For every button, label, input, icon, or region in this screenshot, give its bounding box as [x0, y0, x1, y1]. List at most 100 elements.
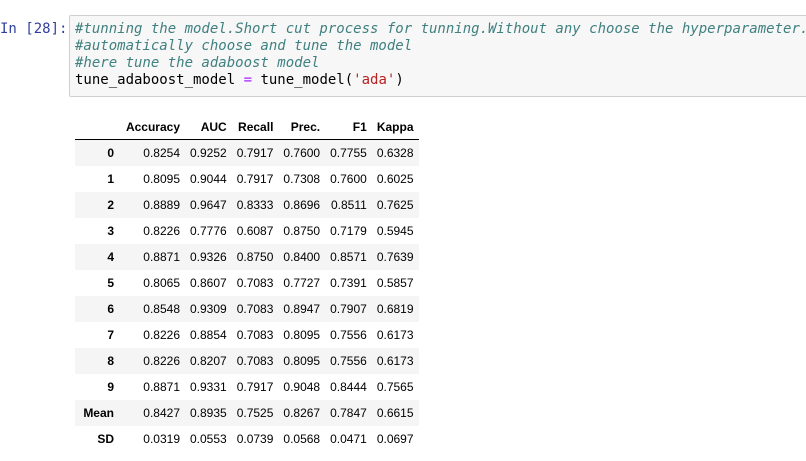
table-cell: 0.9252	[190, 146, 227, 160]
table-cell: 0.7917	[236, 380, 274, 394]
table-row: 4 0.8871 0.9326 0.8750 0.8400 0.8571 0.7639	[75, 244, 419, 270]
table-cell: 0.7525	[236, 406, 274, 420]
table-cell: 0.9048	[283, 380, 321, 394]
table-cell: 0.8444	[330, 380, 367, 394]
table-cell: 0.6328	[376, 146, 414, 160]
table-cell: 0.7639	[376, 250, 414, 264]
code-editor[interactable]: #tunning the model.Short cut process for…	[75, 21, 806, 89]
code-token: tune_model	[252, 72, 345, 88]
column-header: Recall	[231, 115, 279, 140]
table-cell: 0.8871	[143, 250, 180, 264]
code-token: =	[243, 72, 253, 88]
column-header: Accuracy	[119, 115, 185, 140]
code-token: #automatically choose and tune the model	[75, 38, 413, 54]
table-cell: 0.9326	[190, 250, 227, 264]
table-cell: 0.7083	[236, 328, 274, 342]
code-token: (	[344, 72, 354, 88]
code-token: #here tune the adaboost model	[75, 55, 320, 71]
column-header: Prec.	[278, 115, 326, 140]
row-index: 2	[107, 198, 114, 212]
table-row: 9 0.8871 0.9331 0.7917 0.9048 0.8444 0.7565	[75, 374, 419, 400]
table-cell: 0.7391	[330, 276, 367, 290]
code-token: #tunning the model.Short cut process for…	[75, 21, 806, 37]
table-cell: 0.9331	[190, 380, 227, 394]
row-index: 8	[107, 354, 114, 368]
table-cell: 0.0471	[330, 432, 367, 446]
table-cell: 0.7083	[236, 276, 274, 290]
row-index: 5	[107, 276, 114, 290]
table-cell: 0.0697	[376, 432, 414, 446]
table-cell: 0.6173	[376, 354, 414, 368]
table-cell: 0.7755	[330, 146, 367, 160]
table-cell: 0.8571	[330, 250, 367, 264]
table-cell: 0.0568	[283, 432, 321, 446]
row-index: 9	[107, 380, 114, 394]
table-cell: 0.7847	[330, 406, 367, 420]
table-cell: 0.7308	[283, 172, 321, 186]
table-cell: 0.7083	[236, 354, 274, 368]
table-cell: 0.8511	[331, 198, 367, 212]
table-cell: 0.8750	[283, 224, 321, 238]
code-token: 'ada'	[353, 72, 396, 88]
table-cell: 0.8427	[143, 406, 180, 420]
table-cell: 0.7907	[330, 302, 367, 316]
table-cell: 0.8889	[143, 198, 180, 212]
table-cell: 0.5945	[376, 224, 414, 238]
table-cell: 0.0319	[143, 432, 180, 446]
table-cell: 0.8226	[143, 354, 180, 368]
table-cell: 0.6615	[376, 406, 414, 420]
code-line: #automatically choose and tune the model	[75, 38, 806, 55]
column-header: F1	[325, 115, 372, 140]
table-cell: 0.7600	[330, 172, 367, 186]
table-cell: 0.9044	[190, 172, 227, 186]
table-cell: 0.7625	[376, 198, 414, 212]
table-cell: 0.7556	[330, 354, 367, 368]
column-header: Kappa	[371, 115, 419, 140]
table-row: SD 0.0319 0.0553 0.0739 0.0568 0.0471 0.0697	[75, 426, 419, 452]
table-cell: 0.7917	[236, 146, 274, 160]
table-row: 8 0.8226 0.8207 0.7083 0.8095 0.7556 0.6173	[75, 348, 419, 374]
table-cell: 0.8947	[283, 302, 321, 316]
table-cell: 0.6025	[376, 172, 414, 186]
table-cell: 0.8065	[143, 276, 180, 290]
table-cell: 0.8095	[283, 328, 321, 342]
table-cell: 0.8750	[236, 250, 274, 264]
table-cell: 0.7727	[283, 276, 321, 290]
column-header: AUC	[185, 115, 232, 140]
table-cell: 0.7083	[236, 302, 274, 316]
row-index: SD	[97, 432, 114, 446]
code-token: )	[395, 72, 404, 88]
table-row: 7 0.8226 0.8854 0.7083 0.8095 0.7556 0.6173	[75, 322, 419, 348]
row-index: 7	[107, 328, 114, 342]
table-row: 5 0.8065 0.8607 0.7083 0.7727 0.7391 0.5857	[75, 270, 419, 296]
table-cell: 0.7600	[283, 146, 321, 160]
table-cell: 0.8935	[190, 406, 227, 420]
table-cell: 0.6087	[236, 224, 274, 238]
table-cell: 0.8267	[283, 406, 321, 420]
results-dataframe: Accuracy AUC Recall Prec. F1 Kappa 0 0.8254 0.9…	[75, 115, 419, 452]
table-cell: 0.8696	[283, 198, 321, 212]
table-cell: 0.8607	[190, 276, 227, 290]
table-cell: 0.5857	[376, 276, 414, 290]
table-cell: 0.8548	[143, 302, 180, 316]
row-index: 1	[107, 172, 114, 186]
table-row: 2 0.8889 0.9647 0.8333 0.8696 0.8511 0.7625	[75, 192, 419, 218]
code-token: tune_adaboost_model	[75, 72, 244, 88]
table-row: 0 0.8254 0.9252 0.7917 0.7600 0.7755 0.6328	[75, 139, 419, 166]
table-cell: 0.0553	[190, 432, 227, 446]
code-line: tune_adaboost_model = tune_model('ada')	[75, 72, 806, 89]
table-cell: 0.8854	[190, 328, 227, 342]
table-cell: 0.8400	[283, 250, 321, 264]
code-line: #tunning the model.Short cut process for…	[75, 21, 806, 38]
row-index: 0	[107, 146, 114, 160]
table-cell: 0.7556	[330, 328, 367, 342]
table-body: 0 0.8254 0.9252 0.7917 0.7600 0.7755 0.6328 1 0.…	[75, 139, 419, 453]
table-cell: 0.7565	[376, 380, 414, 394]
row-index: 6	[107, 302, 114, 316]
code-cell-input[interactable]: #tunning the model.Short cut process for…	[69, 15, 806, 97]
table-cell: 0.8095	[283, 354, 321, 368]
table-cell: 0.8095	[143, 172, 180, 186]
table-cell: 0.8254	[143, 146, 180, 160]
cell-prompt: In [28]:	[0, 21, 68, 37]
row-index: 4	[107, 250, 114, 264]
